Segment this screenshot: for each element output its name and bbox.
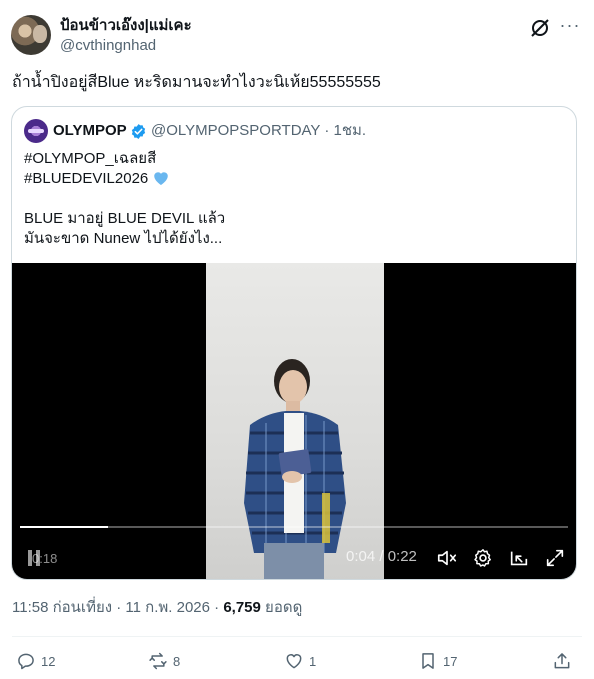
- video-player[interactable]: 0:18 0:04 / 0:22: [12, 263, 576, 579]
- reply-icon: [18, 653, 34, 670]
- avatar[interactable]: [11, 15, 51, 55]
- tweet-card: ป้อนข้าวเอ๊งง|แม่เคะ @cvthingnhad ··· ถ้…: [0, 0, 594, 679]
- like-count: 1: [309, 653, 317, 669]
- quoted-text-line: BLUE มาอยู่ BLUE DEVIL แล้ว: [24, 210, 226, 227]
- tweet-timestamp[interactable]: 11:58 ก่อนเที่ยง · 11 ก.พ. 2026 ·: [12, 599, 223, 616]
- video-progress-fill: [20, 526, 108, 528]
- quoted-tweet[interactable]: OLYMPOP @OLYMPOPSPORTDAY · 1ชม. #OLYMPOP…: [11, 106, 577, 580]
- video-progress-bar[interactable]: [20, 526, 568, 528]
- repost-count: 8: [173, 653, 181, 669]
- quoted-hashtag-line-2: #BLUEDEVIL2026: [24, 169, 170, 189]
- bookmark-button[interactable]: 17: [418, 650, 457, 672]
- repost-button[interactable]: 8: [148, 650, 180, 672]
- verified-badge-icon: [130, 123, 147, 140]
- like-button[interactable]: 1: [284, 650, 316, 672]
- video-elapsed-label: 0:18: [32, 551, 58, 566]
- more-options-icon[interactable]: ···: [556, 16, 584, 40]
- quoted-hashtag-line[interactable]: #OLYMPOP_เฉลยสี: [24, 149, 156, 169]
- quoted-handle-time[interactable]: @OLYMPOPSPORTDAY · 1ชม.: [151, 121, 366, 140]
- quoted-hashtag[interactable]: #BLUEDEVIL2026: [24, 170, 148, 187]
- video-frame: [206, 263, 384, 579]
- view-count: 6,759: [223, 599, 261, 616]
- bookmark-count: 17: [443, 653, 458, 669]
- settings-gear-icon[interactable]: [472, 547, 494, 569]
- repost-icon: [149, 652, 167, 670]
- tweet-text: ถ้าน้ำปิงอยู่สีBlue หะริดมานจะทำไงวะนิเห…: [12, 74, 381, 91]
- video-timer: 0:04 / 0:22: [346, 548, 417, 565]
- quoted-avatar[interactable]: [24, 119, 48, 143]
- author-handle[interactable]: @cvthingnhad: [60, 37, 156, 55]
- mute-icon[interactable]: [436, 547, 458, 569]
- tweet-metadata: 11:58 ก่อนเที่ยง · 11 ก.พ. 2026 · 6,759 …: [12, 598, 302, 617]
- quoted-text-line: มันจะขาด Nunew ไปได้ยังไง...: [24, 230, 223, 247]
- video-person-image: [244, 359, 346, 579]
- quoted-display-name[interactable]: OLYMPOP: [53, 121, 127, 140]
- fullscreen-icon[interactable]: [544, 547, 566, 569]
- picture-in-picture-icon[interactable]: [508, 547, 530, 569]
- author-display-name[interactable]: ป้อนข้าวเอ๊งง|แม่เคะ: [60, 16, 192, 36]
- heart-icon: [286, 654, 302, 669]
- blue-heart-icon: [152, 169, 170, 186]
- share-icon: [554, 653, 570, 669]
- share-button[interactable]: [552, 650, 572, 672]
- reply-count: 12: [41, 653, 56, 669]
- divider: [12, 636, 582, 637]
- reply-button[interactable]: 12: [16, 650, 55, 672]
- bookmark-icon: [422, 653, 434, 669]
- grok-icon[interactable]: [528, 16, 552, 40]
- view-count-label: ยอดดู: [260, 599, 303, 616]
